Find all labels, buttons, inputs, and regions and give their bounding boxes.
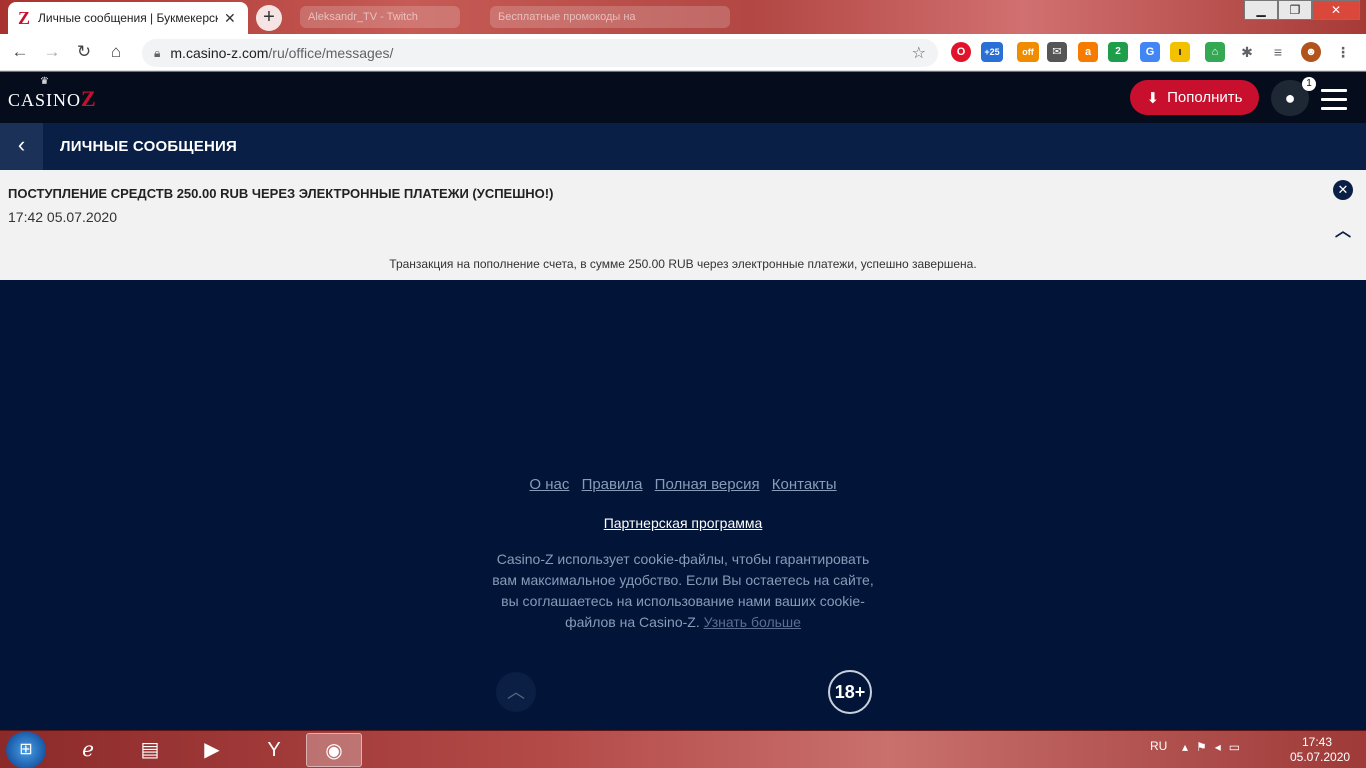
message-title: ПОСТУПЛЕНИЕ СРЕДСТВ 250.00 RUB ЧЕРЕЗ ЭЛЕ… <box>8 186 554 201</box>
maximize-button[interactable]: ❐ <box>1278 0 1312 20</box>
reload-icon[interactable]: ↻ <box>68 42 100 62</box>
deposit-button[interactable]: ⬇ Пополнить <box>1130 80 1259 115</box>
chevron-left-icon: ‹ <box>17 132 26 157</box>
casino-z-favicon-icon: Z <box>18 7 31 28</box>
windows-start-button[interactable]: ⊞ <box>6 732 46 768</box>
user-icon: ● <box>1284 88 1296 108</box>
clock-time: 17:43 <box>1301 735 1333 749</box>
age-restriction-badge: 18+ <box>828 670 872 714</box>
page-title-bar: ‹ ЛИЧНЫЕ СООБЩЕНИЯ <box>0 123 1366 170</box>
extensions-puzzle-icon[interactable]: ✱ <box>1237 42 1257 62</box>
browser-menu-icon[interactable]: ⋮ <box>1333 42 1353 62</box>
language-indicator[interactable]: RU <box>1150 739 1167 753</box>
close-window-button[interactable]: ✕ <box>1312 0 1360 20</box>
yandex-browser-icon[interactable]: Y <box>246 733 302 767</box>
casino-z-logo[interactable]: ♛ CASINOZ <box>8 76 97 112</box>
media-player-icon[interactable]: ▶ <box>184 733 240 767</box>
close-tab-icon[interactable]: ✕ <box>224 10 236 27</box>
windows-taskbar: ⊞ ℯ ▤ ▶ Y ◉ RU ▴⚑◂▭ 17:43 05.07.2020 <box>0 730 1366 768</box>
coupon-extension-icon[interactable]: off <box>1017 42 1039 62</box>
clock-date: 05.07.2020 <box>1290 750 1351 764</box>
cookie-text: Casino-Z использует cookie-файлы, чтобы … <box>492 551 874 630</box>
bookmark-star-icon[interactable]: ☆ <box>912 43 926 63</box>
address-bar[interactable]: 🔒︎ m.casino-z.com/ru/office/messages/ ☆ <box>142 39 938 67</box>
chrome-taskbar-icon[interactable]: ◉ <box>306 733 362 767</box>
browser-tab-strip: Z Личные сообщения | Букмекерская ✕ + Al… <box>0 0 1366 34</box>
collapse-chevron-up-icon[interactable]: ︿ <box>1333 217 1353 241</box>
extension-badge-icon[interactable]: 2 <box>1108 42 1128 62</box>
weather-extension-icon[interactable]: +25 <box>981 42 1003 62</box>
footer-link-rules[interactable]: Правила <box>582 476 643 493</box>
footer-link-about[interactable]: О нас <box>529 476 569 493</box>
scroll-to-top-button[interactable]: ︿ <box>496 672 536 712</box>
taskbar-clock[interactable]: 17:43 05.07.2020 <box>1290 735 1351 765</box>
footer-links: О нас Правила Полная версия Контакты <box>0 476 1366 493</box>
back-arrow-icon[interactable]: ← <box>4 42 36 62</box>
cookie-notice: Casino-Z использует cookie-файлы, чтобы … <box>490 549 876 633</box>
browser-tab-active[interactable]: Z Личные сообщения | Букмекерская ✕ <box>8 2 248 34</box>
url-host: m.casino-z.com <box>170 45 269 61</box>
browser-toolbar: ← → ↻ ⌂ 🔒︎ m.casino-z.com/ru/office/mess… <box>0 34 1366 71</box>
forward-arrow-icon[interactable]: → <box>36 42 68 62</box>
file-explorer-icon[interactable]: ▤ <box>122 733 178 767</box>
crown-icon: ♛ <box>40 76 50 87</box>
tab-title: Личные сообщения | Букмекерская <box>38 11 219 25</box>
new-tab-button[interactable]: + <box>256 5 282 31</box>
delete-message-button[interactable]: ✕ <box>1333 180 1353 200</box>
home-icon[interactable]: ⌂ <box>100 42 132 62</box>
footer-link-full-version[interactable]: Полная версия <box>655 476 760 493</box>
main-content-area <box>0 280 1366 730</box>
partner-program-link[interactable]: Партнерская программа <box>0 515 1366 531</box>
mail-extension-icon[interactable]: ✉ <box>1047 42 1067 62</box>
translate-extension-icon[interactable]: G <box>1140 42 1160 62</box>
lock-icon: 🔒︎ <box>154 45 161 60</box>
site-header: ♛ CASINOZ ⬇ Пополнить ● <box>0 72 1366 123</box>
page-title: ЛИЧНЫЕ СООБЩЕНИЯ <box>60 138 237 155</box>
window-controls: ▁ ❐ ✕ <box>1244 0 1360 20</box>
internet-explorer-icon[interactable]: ℯ <box>60 733 116 767</box>
message-date: 17:42 05.07.2020 <box>8 209 117 225</box>
media-controls-icon[interactable]: ≡ <box>1268 42 1288 62</box>
footer-link-contacts[interactable]: Контакты <box>772 476 837 493</box>
opera-extension-icon[interactable]: O <box>951 42 971 62</box>
back-button[interactable]: ‹ <box>0 123 43 170</box>
profile-avatar[interactable]: ☻ <box>1301 42 1321 62</box>
message-body: Транзакция на пополнение счета, в сумме … <box>389 257 977 271</box>
yellow-extension-icon[interactable]: ι <box>1170 42 1190 62</box>
download-icon: ⬇ <box>1146 89 1160 107</box>
browser-tab-twitch[interactable]: Aleksandr_TV - Twitch <box>300 6 460 28</box>
aliexpress-extension-icon[interactable]: a <box>1078 42 1098 62</box>
chevron-up-icon: ︿ <box>507 682 525 702</box>
minimize-button[interactable]: ▁ <box>1244 0 1278 20</box>
system-tray-icons[interactable]: ▴⚑◂▭ <box>1182 740 1248 754</box>
cookie-learn-more-link[interactable]: Узнать больше <box>704 614 801 630</box>
hamburger-menu-icon[interactable] <box>1321 89 1347 116</box>
message-card: ПОСТУПЛЕНИЕ СРЕДСТВ 250.00 RUB ЧЕРЕЗ ЭЛЕ… <box>0 170 1366 280</box>
home-extension-icon[interactable]: ⌂ <box>1205 42 1225 62</box>
deposit-label: Пополнить <box>1167 89 1243 106</box>
url-path: /ru/office/messages/ <box>268 45 394 61</box>
browser-tab-promocodes[interactable]: Бесплатные промокоды на <box>490 6 730 28</box>
notification-badge: 1 <box>1302 77 1316 91</box>
